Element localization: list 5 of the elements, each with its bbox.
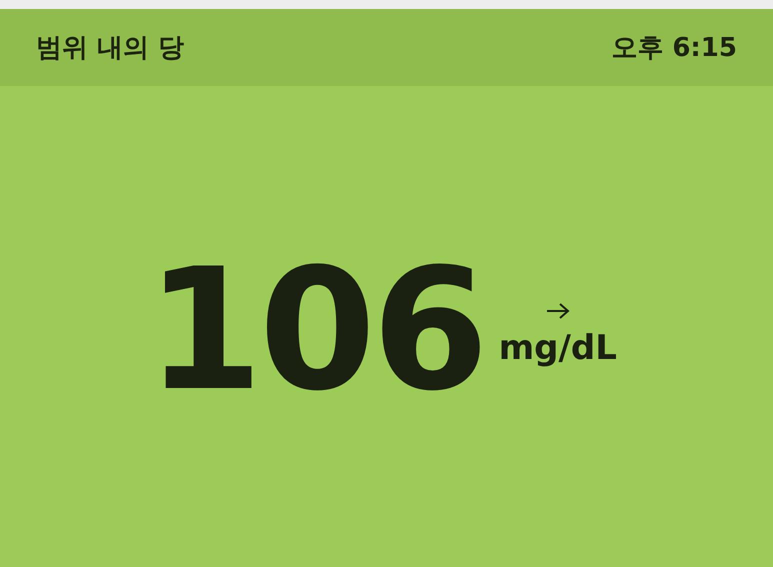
glucose-value: 106 [146,246,485,414]
right-arrow-icon [544,302,571,320]
header-title: 범위 내의 당 [36,32,184,65]
clock-time: 오후 6:15 [611,32,737,65]
unit-label: mg/dL [498,328,617,368]
